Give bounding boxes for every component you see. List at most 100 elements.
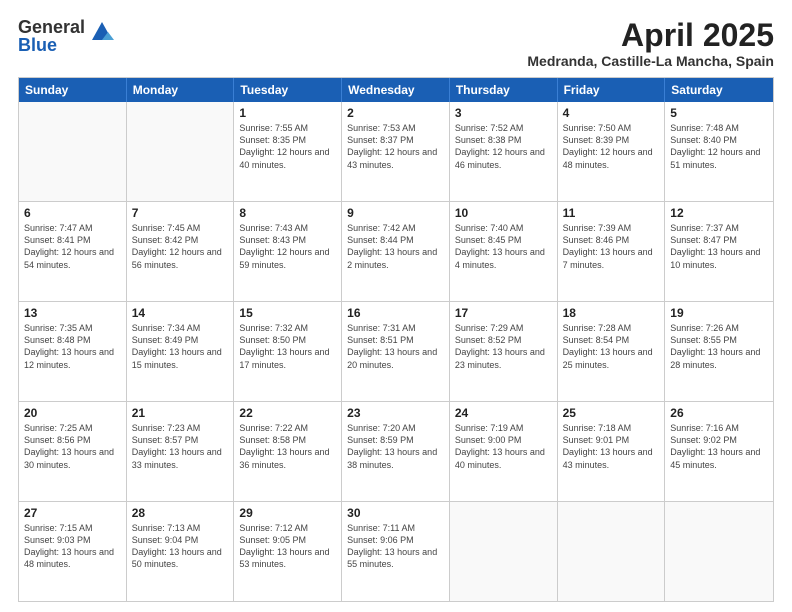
day-number: 23: [347, 406, 444, 420]
day-info: Sunrise: 7:11 AM Sunset: 9:06 PM Dayligh…: [347, 522, 444, 571]
day-info: Sunrise: 7:35 AM Sunset: 8:48 PM Dayligh…: [24, 322, 121, 371]
calendar-row-2: 13 Sunrise: 7:35 AM Sunset: 8:48 PM Dayli…: [19, 301, 773, 401]
day-number: 7: [132, 206, 229, 220]
day-info: Sunrise: 7:34 AM Sunset: 8:49 PM Dayligh…: [132, 322, 229, 371]
calendar-cell: [127, 102, 235, 201]
calendar-cell: 19 Sunrise: 7:26 AM Sunset: 8:55 PM Dayli…: [665, 302, 773, 401]
day-number: 8: [239, 206, 336, 220]
day-info: Sunrise: 7:32 AM Sunset: 8:50 PM Dayligh…: [239, 322, 336, 371]
day-info: Sunrise: 7:28 AM Sunset: 8:54 PM Dayligh…: [563, 322, 660, 371]
calendar: SundayMondayTuesdayWednesdayThursdayFrid…: [18, 77, 774, 602]
day-number: 27: [24, 506, 121, 520]
day-number: 22: [239, 406, 336, 420]
day-info: Sunrise: 7:40 AM Sunset: 8:45 PM Dayligh…: [455, 222, 552, 271]
calendar-cell: 20Sunrise: 7:25 AM Sunset: 8:56 PM Dayli…: [19, 402, 127, 501]
calendar-cell: 10Sunrise: 7:40 AM Sunset: 8:45 PM Dayli…: [450, 202, 558, 301]
day-number: 24: [455, 406, 552, 420]
day-number: 6: [24, 206, 121, 220]
day-number: 9: [347, 206, 444, 220]
logo-text: General Blue: [18, 18, 85, 54]
day-number: 28: [132, 506, 229, 520]
day-info: Sunrise: 7:13 AM Sunset: 9:04 PM Dayligh…: [132, 522, 229, 571]
calendar-cell: [450, 502, 558, 601]
day-number: 30: [347, 506, 444, 520]
day-number: 1: [239, 106, 336, 120]
calendar-cell: 3Sunrise: 7:52 AM Sunset: 8:38 PM Daylig…: [450, 102, 558, 201]
day-number: 14: [132, 306, 229, 320]
calendar-cell: 29 Sunrise: 7:12 AM Sunset: 9:05 PM Dayli…: [234, 502, 342, 601]
day-number: 17: [455, 306, 552, 320]
logo-icon: [88, 18, 116, 46]
day-info: Sunrise: 7:47 AM Sunset: 8:41 PM Dayligh…: [24, 222, 121, 271]
calendar-cell: 15 Sunrise: 7:32 AM Sunset: 8:50 PM Dayli…: [234, 302, 342, 401]
day-info: Sunrise: 7:53 AM Sunset: 8:37 PM Dayligh…: [347, 122, 444, 171]
title-section: April 2025 Medranda, Castille-La Mancha,…: [527, 18, 774, 69]
day-info: Sunrise: 7:48 AM Sunset: 8:40 PM Dayligh…: [670, 122, 768, 171]
header-cell-saturday: Saturday: [665, 78, 773, 102]
header-cell-wednesday: Wednesday: [342, 78, 450, 102]
calendar-cell: 8 Sunrise: 7:43 AM Sunset: 8:43 PM Daylig…: [234, 202, 342, 301]
calendar-row-4: 27Sunrise: 7:15 AM Sunset: 9:03 PM Dayli…: [19, 501, 773, 601]
day-info: Sunrise: 7:19 AM Sunset: 9:00 PM Dayligh…: [455, 422, 552, 471]
calendar-row-1: 6 Sunrise: 7:47 AM Sunset: 8:41 PM Daylig…: [19, 201, 773, 301]
day-number: 2: [347, 106, 444, 120]
header: General Blue April 2025 Medranda, Castil…: [18, 18, 774, 69]
calendar-cell: 1Sunrise: 7:55 AM Sunset: 8:35 PM Daylig…: [234, 102, 342, 201]
location: Medranda, Castille-La Mancha, Spain: [527, 53, 774, 69]
day-info: Sunrise: 7:12 AM Sunset: 9:05 PM Dayligh…: [239, 522, 336, 571]
calendar-cell: 5Sunrise: 7:48 AM Sunset: 8:40 PM Daylig…: [665, 102, 773, 201]
calendar-cell: 21Sunrise: 7:23 AM Sunset: 8:57 PM Dayli…: [127, 402, 235, 501]
calendar-row-3: 20Sunrise: 7:25 AM Sunset: 8:56 PM Dayli…: [19, 401, 773, 501]
calendar-cell: 6 Sunrise: 7:47 AM Sunset: 8:41 PM Daylig…: [19, 202, 127, 301]
day-info: Sunrise: 7:31 AM Sunset: 8:51 PM Dayligh…: [347, 322, 444, 371]
day-number: 26: [670, 406, 768, 420]
day-info: Sunrise: 7:16 AM Sunset: 9:02 PM Dayligh…: [670, 422, 768, 471]
calendar-cell: 7Sunrise: 7:45 AM Sunset: 8:42 PM Daylig…: [127, 202, 235, 301]
day-info: Sunrise: 7:18 AM Sunset: 9:01 PM Dayligh…: [563, 422, 660, 471]
day-info: Sunrise: 7:42 AM Sunset: 8:44 PM Dayligh…: [347, 222, 444, 271]
header-cell-sunday: Sunday: [19, 78, 127, 102]
day-number: 18: [563, 306, 660, 320]
header-cell-monday: Monday: [127, 78, 235, 102]
day-info: Sunrise: 7:29 AM Sunset: 8:52 PM Dayligh…: [455, 322, 552, 371]
day-number: 11: [563, 206, 660, 220]
calendar-cell: 18 Sunrise: 7:28 AM Sunset: 8:54 PM Dayli…: [558, 302, 666, 401]
calendar-header: SundayMondayTuesdayWednesdayThursdayFrid…: [19, 78, 773, 102]
day-number: 29: [239, 506, 336, 520]
calendar-cell: 17 Sunrise: 7:29 AM Sunset: 8:52 PM Dayli…: [450, 302, 558, 401]
day-number: 15: [239, 306, 336, 320]
calendar-cell: 2 Sunrise: 7:53 AM Sunset: 8:37 PM Daylig…: [342, 102, 450, 201]
day-info: Sunrise: 7:39 AM Sunset: 8:46 PM Dayligh…: [563, 222, 660, 271]
calendar-cell: 16 Sunrise: 7:31 AM Sunset: 8:51 PM Dayli…: [342, 302, 450, 401]
day-info: Sunrise: 7:43 AM Sunset: 8:43 PM Dayligh…: [239, 222, 336, 271]
header-cell-tuesday: Tuesday: [234, 78, 342, 102]
header-cell-friday: Friday: [558, 78, 666, 102]
day-number: 20: [24, 406, 121, 420]
header-cell-thursday: Thursday: [450, 78, 558, 102]
calendar-cell: [19, 102, 127, 201]
calendar-cell: 26 Sunrise: 7:16 AM Sunset: 9:02 PM Dayli…: [665, 402, 773, 501]
calendar-cell: 27Sunrise: 7:15 AM Sunset: 9:03 PM Dayli…: [19, 502, 127, 601]
day-number: 13: [24, 306, 121, 320]
day-number: 25: [563, 406, 660, 420]
day-number: 21: [132, 406, 229, 420]
day-number: 12: [670, 206, 768, 220]
calendar-cell: 4Sunrise: 7:50 AM Sunset: 8:39 PM Daylig…: [558, 102, 666, 201]
calendar-cell: [558, 502, 666, 601]
day-info: Sunrise: 7:52 AM Sunset: 8:38 PM Dayligh…: [455, 122, 552, 171]
day-info: Sunrise: 7:20 AM Sunset: 8:59 PM Dayligh…: [347, 422, 444, 471]
calendar-cell: 28 Sunrise: 7:13 AM Sunset: 9:04 PM Dayli…: [127, 502, 235, 601]
calendar-row-0: 1Sunrise: 7:55 AM Sunset: 8:35 PM Daylig…: [19, 102, 773, 201]
day-number: 4: [563, 106, 660, 120]
day-number: 16: [347, 306, 444, 320]
day-info: Sunrise: 7:26 AM Sunset: 8:55 PM Dayligh…: [670, 322, 768, 371]
calendar-body: 1Sunrise: 7:55 AM Sunset: 8:35 PM Daylig…: [19, 102, 773, 601]
day-info: Sunrise: 7:22 AM Sunset: 8:58 PM Dayligh…: [239, 422, 336, 471]
calendar-cell: 11 Sunrise: 7:39 AM Sunset: 8:46 PM Dayli…: [558, 202, 666, 301]
logo-general: General: [18, 18, 85, 36]
calendar-cell: 22 Sunrise: 7:22 AM Sunset: 8:58 PM Dayli…: [234, 402, 342, 501]
calendar-cell: 13 Sunrise: 7:35 AM Sunset: 8:48 PM Dayli…: [19, 302, 127, 401]
calendar-cell: 23 Sunrise: 7:20 AM Sunset: 8:59 PM Dayli…: [342, 402, 450, 501]
calendar-cell: 25 Sunrise: 7:18 AM Sunset: 9:01 PM Dayli…: [558, 402, 666, 501]
day-number: 19: [670, 306, 768, 320]
